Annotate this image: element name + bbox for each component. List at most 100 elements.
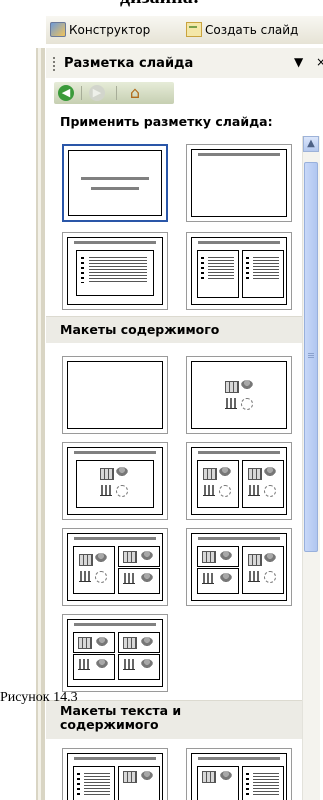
layout-frame xyxy=(191,361,287,429)
content-placeholder-left xyxy=(197,460,239,508)
layout-title-text-content[interactable] xyxy=(62,748,168,800)
clipart-icon xyxy=(141,771,153,781)
clipart-icon xyxy=(219,467,231,477)
clipart-icon xyxy=(141,637,153,647)
text-placeholder-right xyxy=(242,250,284,298)
new-slide-icon xyxy=(186,22,202,37)
slide-layout-task-pane: Разметка слайда ▼ × ◀ ▶ ⌂ Применить разм… xyxy=(46,48,323,800)
content-placeholder xyxy=(76,460,154,508)
diagram-icon xyxy=(241,398,253,410)
clipart-icon xyxy=(116,467,128,477)
layout-frame xyxy=(191,237,287,305)
content-placeholder-top-right xyxy=(118,546,160,567)
layout-title-content[interactable] xyxy=(62,442,168,520)
content-placeholder-2 xyxy=(118,632,160,653)
layout-frame xyxy=(191,533,287,601)
layout-two-text-columns[interactable] xyxy=(186,232,292,310)
new-slide-button[interactable]: Создать слайд xyxy=(186,22,298,37)
layout-frame xyxy=(68,150,162,216)
layout-content[interactable] xyxy=(186,356,292,434)
content-icons xyxy=(247,553,279,585)
clipart-icon xyxy=(264,553,276,563)
clipart-icon xyxy=(96,659,108,669)
table-icon xyxy=(123,771,137,783)
table-icon xyxy=(78,637,92,649)
layout-title-content-two-content[interactable] xyxy=(62,528,168,606)
content-placeholder xyxy=(197,766,239,800)
table-icon xyxy=(100,468,114,480)
layout-frame xyxy=(67,361,163,429)
content-placeholder-left xyxy=(73,546,115,594)
home-icon[interactable]: ⌂ xyxy=(126,85,144,101)
table-icon xyxy=(225,381,239,393)
table-icon xyxy=(202,771,216,783)
diagram-icon xyxy=(264,571,276,583)
window-edge xyxy=(36,48,45,800)
designer-label: Конструктор xyxy=(69,22,151,37)
designer-button[interactable]: Конструктор xyxy=(50,22,150,37)
layout-frame xyxy=(67,447,163,515)
clipart-icon xyxy=(141,573,153,583)
nav-divider xyxy=(116,86,117,100)
scroll-thumb[interactable] xyxy=(304,162,318,552)
content-placeholder-bottom-right xyxy=(118,568,160,594)
clipart-icon xyxy=(95,553,107,563)
layout-title-two-content[interactable] xyxy=(186,442,292,520)
content-placeholder xyxy=(224,380,256,412)
diagram-icon xyxy=(264,485,276,497)
grip-handle-icon[interactable] xyxy=(53,57,55,71)
content-placeholder-3 xyxy=(73,654,115,680)
bullets xyxy=(246,773,249,797)
vertical-scrollbar[interactable]: ▲ xyxy=(302,136,320,800)
scroll-up-arrow-icon[interactable]: ▲ xyxy=(303,136,319,152)
title-placeholder xyxy=(74,623,156,626)
back-arrow-icon[interactable]: ◀ xyxy=(58,85,74,101)
content-placeholder-1 xyxy=(73,632,115,653)
content-placeholder-right xyxy=(242,546,284,594)
content-icons xyxy=(247,467,279,499)
layout-title-two-content-content[interactable] xyxy=(186,528,292,606)
chart-icon xyxy=(123,573,135,584)
task-pane-title: Разметка слайда xyxy=(64,56,194,71)
content-placeholder-top-left xyxy=(197,546,239,567)
layout-title-slide[interactable] xyxy=(62,144,168,222)
chart-icon xyxy=(202,573,214,584)
layout-frame xyxy=(67,237,163,305)
apply-layout-label: Применить разметку слайда: xyxy=(60,114,273,129)
title-placeholder xyxy=(198,537,280,540)
document-heading: дизайна: xyxy=(120,0,323,9)
content-placeholder xyxy=(118,766,160,800)
title-placeholder xyxy=(81,177,149,180)
bullets xyxy=(201,257,204,281)
bullets xyxy=(81,257,84,283)
formatting-toolbar: Конструктор Создать слайд xyxy=(46,16,323,44)
clipart-icon xyxy=(264,467,276,477)
section-text-content-layouts: Макеты текста и содержимого xyxy=(46,700,302,739)
layout-title-only[interactable] xyxy=(186,144,292,222)
text-placeholder xyxy=(73,766,115,800)
forward-arrow-icon[interactable]: ▶ xyxy=(89,85,105,101)
layout-blank[interactable] xyxy=(62,356,168,434)
diagram-icon xyxy=(116,485,128,497)
designer-icon xyxy=(50,22,66,37)
chart-icon xyxy=(203,485,215,496)
diagram-icon xyxy=(95,571,107,583)
clipart-icon xyxy=(141,551,153,561)
clipart-icon xyxy=(96,637,108,647)
layout-frame xyxy=(191,149,287,217)
content-placeholder-4 xyxy=(118,654,160,680)
layout-title-content-text[interactable] xyxy=(186,748,292,800)
clipart-icon xyxy=(220,771,232,781)
chart-icon xyxy=(248,485,260,496)
layout-title-text[interactable] xyxy=(62,232,168,310)
bullets xyxy=(77,773,80,797)
chart-icon xyxy=(79,571,91,582)
table-icon xyxy=(248,468,262,480)
chart-icon xyxy=(100,485,112,496)
layout-title-four-content[interactable] xyxy=(62,614,168,692)
task-pane-close-icon[interactable]: × xyxy=(316,55,323,69)
clipart-icon xyxy=(220,551,232,561)
task-pane-menu-arrow-icon[interactable]: ▼ xyxy=(294,55,303,69)
table-icon xyxy=(202,551,216,563)
task-pane-header: Разметка слайда ▼ × xyxy=(46,48,323,78)
